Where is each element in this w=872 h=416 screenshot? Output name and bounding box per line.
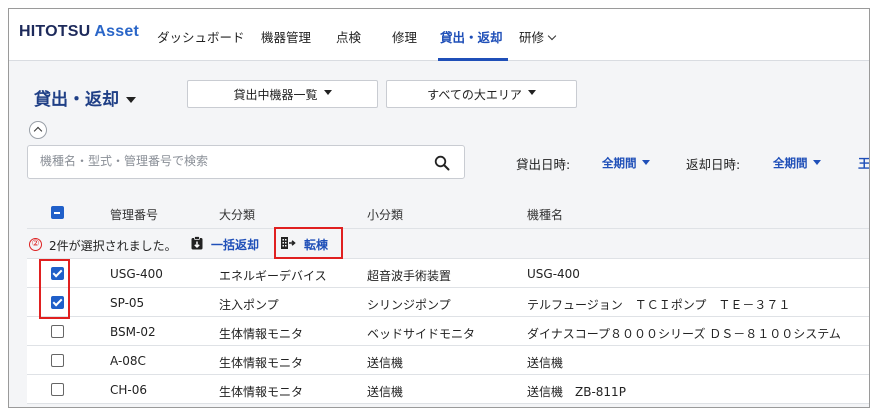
cell-major: エネルギーデバイス	[219, 269, 327, 283]
cell-model: USG-400	[527, 267, 580, 281]
table-row[interactable]: CH-06 生体情報モニタ 送信機 送信機 ZB-811P	[27, 375, 869, 404]
cell-model: 送信機 ZB-811P	[527, 385, 626, 399]
app-window: HITOTSU Asset ダッシュボード 機器管理 点検 修理 貸出・返却 研…	[8, 8, 870, 408]
table-header: 管理番号 大分類 小分類 機種名	[27, 195, 869, 229]
cell-major: 生体情報モニタ	[219, 356, 304, 370]
transfer-highlight-box	[274, 227, 343, 259]
nav-inspection[interactable]: 点検	[336, 27, 361, 46]
view-select-label: 貸出中機器一覧	[233, 87, 318, 102]
search-input[interactable]	[40, 154, 410, 168]
column-header-minor[interactable]: 小分類	[367, 206, 403, 223]
view-select[interactable]: 貸出中機器一覧	[187, 80, 378, 108]
lend-date-value: 全期間	[602, 156, 637, 170]
cut-off-filter[interactable]: 王	[858, 153, 869, 172]
clipboard-return-icon[interactable]	[190, 236, 204, 250]
cell-minor: 送信機	[367, 385, 404, 399]
chevron-down-icon	[547, 31, 557, 41]
caret-down-icon	[527, 89, 536, 95]
caret-down-icon	[126, 97, 136, 103]
search-icon[interactable]	[434, 155, 450, 171]
cell-id: USG-400	[110, 267, 163, 281]
cell-id: CH-06	[110, 383, 148, 397]
cell-id: A-08C	[110, 354, 146, 368]
nav-training[interactable]: 研修	[519, 27, 557, 46]
return-date-label: 返却日時:	[686, 157, 741, 172]
lend-date-label: 貸出日時:	[516, 157, 571, 172]
area-select[interactable]: すべての大エリア	[386, 80, 577, 108]
active-nav-indicator	[438, 58, 508, 61]
table-row[interactable]: SP-05 注入ポンプ シリンジポンプ テルフュージョン ＴＣＩポンプ ＴＥ－３…	[27, 288, 869, 317]
cell-model: 送信機	[527, 356, 564, 370]
caret-down-icon	[641, 160, 650, 165]
collapse-toggle-button[interactable]	[29, 121, 47, 139]
table-row[interactable]: BSM-02 生体情報モニタ ベッドサイドモニタ ダイナスコープ８０００シリーズ…	[27, 317, 869, 346]
table-row[interactable]: A-08C 生体情報モニタ 送信機 送信機	[27, 346, 869, 375]
cell-minor: 送信機	[367, 356, 404, 370]
selection-action-bar: ② 2件が選択されました。 一括返却 転棟	[27, 229, 869, 259]
row-checkbox[interactable]	[51, 354, 64, 367]
page-title: 貸出・返却	[34, 90, 119, 110]
lending-table: 管理番号 大分類 小分類 機種名 ② 2件が選択されました。 一括返却 転棟 U…	[27, 195, 869, 404]
lend-date-filter[interactable]: 全期間	[602, 155, 650, 171]
cell-model: ダイナスコープ８０００シリーズ ＤＳ－８１００システム	[527, 327, 841, 341]
caret-down-icon	[812, 160, 821, 165]
row-checkbox[interactable]	[51, 383, 64, 396]
cell-minor: シリンジポンプ	[367, 298, 451, 312]
caret-down-icon	[323, 89, 332, 95]
cell-major: 生体情報モニタ	[219, 385, 304, 399]
cell-model: テルフュージョン ＴＣＩポンプ ＴＥ－３７１	[527, 298, 791, 312]
row-checkbox[interactable]	[51, 325, 64, 338]
column-header-model[interactable]: 機種名	[527, 206, 563, 223]
nav-training-label: 研修	[519, 30, 545, 45]
select-all-checkbox[interactable]	[51, 206, 64, 219]
nav-lending[interactable]: 貸出・返却	[440, 27, 503, 46]
return-date-value: 全期間	[773, 156, 808, 170]
nav-dashboard[interactable]: ダッシュボード	[157, 27, 245, 46]
cell-minor: 超音波手術装置	[367, 269, 452, 283]
cell-id: SP-05	[110, 296, 145, 310]
search-field[interactable]	[27, 145, 465, 179]
checkbox-highlight-box	[39, 259, 70, 319]
column-header-major[interactable]: 大分類	[219, 206, 255, 223]
nav-repair[interactable]: 修理	[392, 27, 417, 46]
cell-major: 生体情報モニタ	[219, 327, 304, 341]
step-marker: ②	[29, 238, 42, 251]
logo-sub-text: Asset	[94, 23, 139, 40]
logo-main-text: HITOTSU	[19, 23, 91, 40]
return-date-filter[interactable]: 全期間	[773, 155, 821, 171]
column-header-id[interactable]: 管理番号	[110, 206, 158, 223]
logo[interactable]: HITOTSU Asset	[19, 23, 139, 41]
cell-id: BSM-02	[110, 325, 156, 339]
bulk-return-button[interactable]: 一括返却	[211, 236, 259, 253]
area-select-label: すべての大エリア	[427, 87, 522, 102]
selection-count-text: 2件が選択されました。	[49, 239, 177, 253]
page-title-dropdown[interactable]: 貸出・返却	[34, 85, 136, 110]
table-row[interactable]: USG-400 エネルギーデバイス 超音波手術装置 USG-400	[27, 259, 869, 288]
nav-equipment[interactable]: 機器管理	[261, 27, 311, 46]
cell-minor: ベッドサイドモニタ	[367, 327, 476, 341]
top-navbar: HITOTSU Asset ダッシュボード 機器管理 点検 修理 貸出・返却 研…	[9, 9, 869, 61]
cell-major: 注入ポンプ	[219, 298, 279, 312]
